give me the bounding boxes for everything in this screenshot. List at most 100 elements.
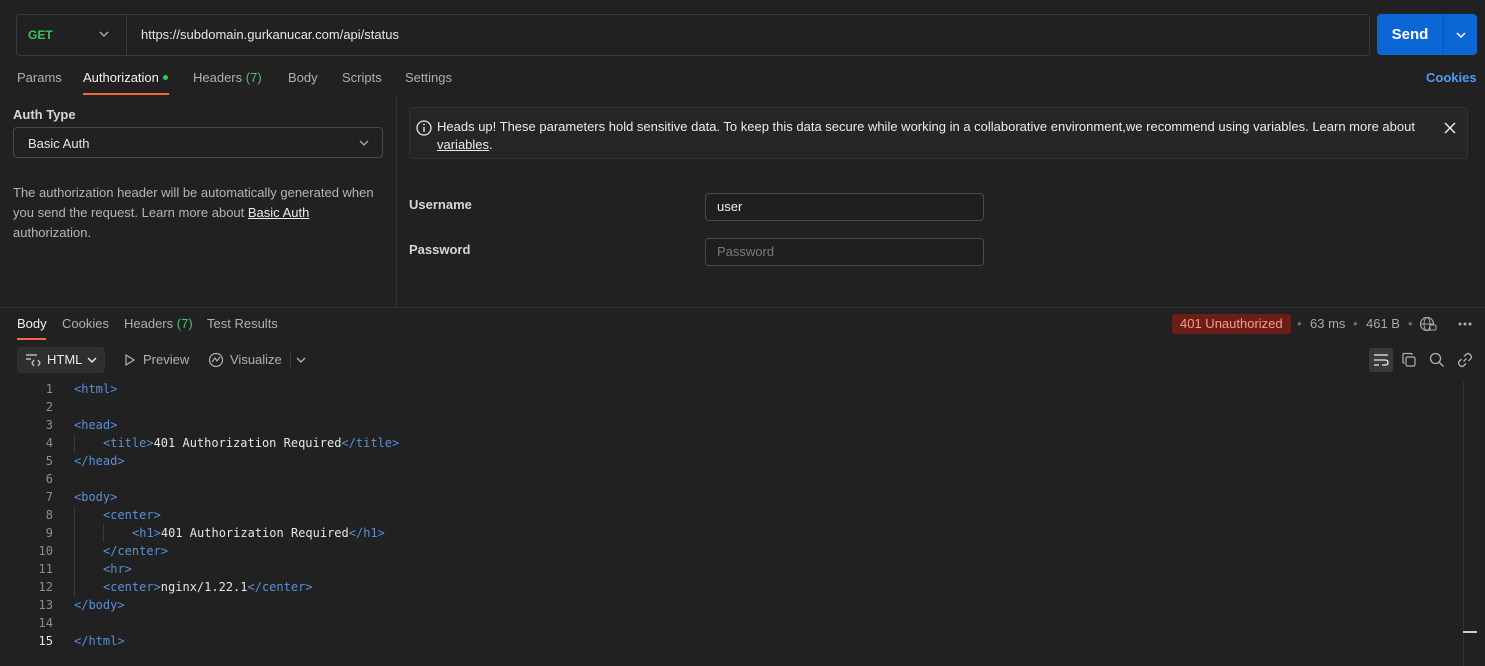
line-number: 11: [38, 562, 53, 576]
cookies-link[interactable]: Cookies: [1426, 70, 1477, 85]
chevron-down-icon: [99, 31, 109, 37]
code-text: <hr>: [103, 560, 132, 578]
line-number: 5: [45, 454, 53, 468]
close-icon[interactable]: [1443, 121, 1457, 135]
response-tab-cookies[interactable]: Cookies: [62, 316, 109, 331]
code-tag: </center>: [247, 580, 313, 594]
code-text: <title>401 Authorization Required</title…: [103, 434, 399, 452]
send-button-group: Send: [1377, 14, 1477, 55]
indent-guide: [74, 578, 75, 596]
response-tab-body[interactable]: Body: [17, 316, 47, 331]
chevron-down-icon: [1455, 31, 1466, 38]
indent-guide: [103, 524, 104, 542]
code-tag: </html>: [74, 634, 125, 648]
preview-button[interactable]: Preview: [143, 352, 189, 367]
chevron-down-icon[interactable]: [296, 355, 306, 365]
format-label: HTML: [47, 352, 83, 367]
code-tag: <head>: [74, 418, 118, 432]
variables-link[interactable]: variables: [437, 137, 489, 152]
password-field[interactable]: Password: [705, 238, 984, 266]
pane-divider: [396, 96, 397, 308]
code-text: <html>: [74, 380, 117, 398]
line-number: 13: [38, 598, 53, 612]
code-tag: </head>: [74, 454, 125, 468]
code-tag: </title>: [341, 436, 400, 450]
tab-authorization-label: Authorization: [83, 70, 159, 85]
response-size[interactable]: 461 B: [1366, 316, 1400, 331]
code-tag: <center>: [103, 580, 161, 594]
link-icon[interactable]: [1457, 352, 1473, 368]
visualize-icon: [208, 352, 224, 368]
wrap-lines-button[interactable]: [1369, 348, 1393, 372]
response-tab-test-results[interactable]: Test Results: [207, 316, 278, 331]
line-number: 9: [45, 526, 53, 540]
active-tab-underline: [83, 93, 169, 95]
send-button[interactable]: Send: [1377, 14, 1443, 55]
auth-type-select[interactable]: Basic Auth: [13, 127, 383, 158]
code-tag: <center>: [103, 508, 161, 522]
section-divider: [0, 307, 1485, 308]
copy-icon[interactable]: [1401, 352, 1417, 368]
response-tab-headers[interactable]: Headers (7): [124, 316, 193, 331]
response-tab-headers-label: Headers: [124, 316, 174, 331]
meta-separator: •: [1297, 316, 1302, 331]
tab-authorization[interactable]: Authorization: [83, 70, 168, 85]
code-tag: </center>: [103, 544, 169, 558]
code-tag: <hr>: [103, 562, 132, 576]
auth-description: The authorization header will be automat…: [13, 183, 383, 243]
code-text: </center>: [103, 542, 168, 560]
code-text: <center>: [103, 506, 161, 524]
search-icon[interactable]: [1429, 352, 1445, 368]
code-text: <head>: [74, 416, 117, 434]
scrollbar[interactable]: [1463, 380, 1464, 666]
basic-auth-link[interactable]: Basic Auth: [248, 205, 309, 220]
meta-separator: •: [1408, 316, 1413, 331]
auth-desc-end: authorization.: [13, 225, 92, 240]
meta-separator: •: [1353, 316, 1358, 331]
indent-guide: [74, 542, 75, 560]
code-tag: <html>: [74, 382, 118, 396]
line-number: 3: [45, 418, 53, 432]
line-number: 7: [45, 490, 53, 504]
line-number: 12: [38, 580, 53, 594]
url-bar: GET https://subdomain.gurkanucar.com/api…: [16, 14, 1370, 56]
globe-lock-icon[interactable]: [1419, 316, 1437, 332]
auth-type-value: Basic Auth: [28, 136, 90, 151]
line-number: 10: [38, 544, 53, 558]
line-number: 6: [45, 472, 53, 486]
auth-desc-text: The authorization header will be automat…: [13, 185, 374, 220]
toolbar-separator: [290, 352, 291, 368]
visualize-button[interactable]: Visualize: [230, 352, 282, 367]
status-badge[interactable]: 401 Unauthorized: [1172, 314, 1291, 334]
tab-headers[interactable]: Headers (7): [193, 70, 262, 85]
tab-settings[interactable]: Settings: [405, 70, 452, 85]
banner-end: .: [489, 137, 493, 152]
code-text: </body>: [74, 596, 125, 614]
code-format-icon: [26, 354, 41, 367]
info-icon: [416, 120, 432, 136]
url-input[interactable]: https://subdomain.gurkanucar.com/api/sta…: [141, 27, 399, 42]
code-text: </html>: [74, 632, 125, 650]
code-tag: <title>: [103, 436, 154, 450]
tab-headers-label: Headers: [193, 70, 243, 85]
active-indicator-dot: [162, 75, 168, 81]
code-tag: <body>: [74, 490, 118, 504]
more-icon[interactable]: [1457, 318, 1473, 330]
code-content: 401 Authorization Required: [153, 436, 342, 450]
username-label: Username: [409, 197, 472, 212]
response-time[interactable]: 63 ms: [1310, 316, 1345, 331]
username-field[interactable]: user: [705, 193, 984, 221]
format-select[interactable]: HTML: [17, 347, 105, 373]
auth-type-label: Auth Type: [13, 107, 76, 122]
indent-guide: [74, 506, 75, 524]
send-options-button[interactable]: [1444, 14, 1477, 55]
indent-guide: [74, 434, 75, 452]
tab-body[interactable]: Body: [288, 70, 318, 85]
chevron-down-icon: [87, 357, 97, 363]
method-select[interactable]: GET: [17, 15, 127, 55]
banner-text: Heads up! These parameters hold sensitiv…: [437, 118, 1427, 154]
line-number: 4: [45, 436, 53, 450]
indent-guide: [74, 524, 75, 542]
tab-scripts[interactable]: Scripts: [342, 70, 382, 85]
tab-params[interactable]: Params: [17, 70, 62, 85]
